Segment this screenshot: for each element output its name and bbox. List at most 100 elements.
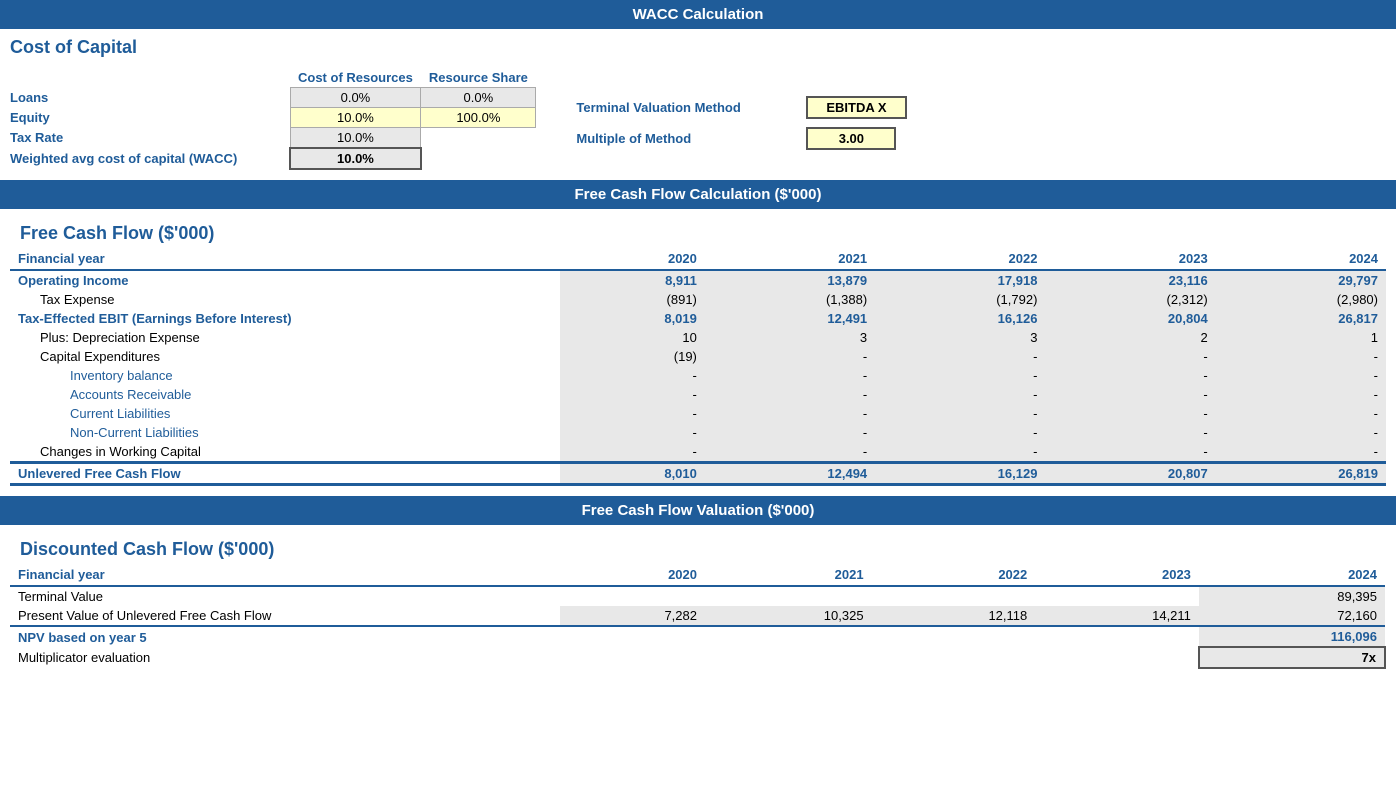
fcf-cell-9-3: - [1045, 442, 1215, 463]
fcf-col-label: Financial year [10, 248, 560, 270]
fcf-cell-10-2: 16,129 [875, 463, 1045, 485]
fcf-row-8: Non-Current Liabilities----- [10, 423, 1386, 442]
npv-empty-2 [872, 626, 1036, 647]
fcf-cell-10-4: 26,819 [1216, 463, 1386, 485]
fcf-label-8: Non-Current Liabilities [10, 423, 560, 442]
fcf-cell-0-2: 17,918 [875, 270, 1045, 290]
fcf-cell-0-0: 8,911 [560, 270, 705, 290]
terminal-label-1: Terminal Valuation Method [576, 100, 796, 115]
taxrate-label: Tax Rate [10, 128, 290, 149]
fcf-cell-9-1: - [705, 442, 875, 463]
fcf-cell-8-1: - [705, 423, 875, 442]
equity-label: Equity [10, 108, 290, 128]
fcf-cell-6-3: - [1045, 385, 1215, 404]
fcf-cell-1-1: (1,388) [705, 290, 875, 309]
wacc-cost: 10.0% [290, 148, 421, 169]
fcf-cell-5-3: - [1045, 366, 1215, 385]
fcf-cell-9-0: - [560, 442, 705, 463]
fcf-cell-2-1: 12,491 [705, 309, 875, 328]
fcf-cell-8-4: - [1216, 423, 1386, 442]
fcf-col-2021: 2021 [705, 248, 875, 270]
fcf-col-2024: 2024 [1216, 248, 1386, 270]
wacc-section: Cost of Resources Resource Share Loans 0… [0, 62, 1396, 180]
mult-value[interactable]: 7x [1199, 647, 1385, 668]
dcf-col-label: Financial year [10, 564, 560, 586]
fcf-row-1: Tax Expense(891)(1,388)(1,792)(2,312)(2,… [10, 290, 1386, 309]
fcf-cell-6-4: - [1216, 385, 1386, 404]
fcf-section-header: Free Cash Flow Calculation ($'000) [0, 180, 1396, 209]
dcf-col-2023: 2023 [1035, 564, 1199, 586]
dcf-cell-0-0 [560, 586, 705, 606]
fcf-cell-10-0: 8,010 [560, 463, 705, 485]
npv-empty-1 [705, 626, 872, 647]
loans-cost: 0.0% [290, 88, 421, 108]
dcf-col-2022: 2022 [872, 564, 1036, 586]
fcf-cell-1-3: (2,312) [1045, 290, 1215, 309]
fcf-cell-1-2: (1,792) [875, 290, 1045, 309]
dcf-row-0: Terminal Value89,395 [10, 586, 1385, 606]
fcf-cell-2-2: 16,126 [875, 309, 1045, 328]
wacc-row-wacc: Weighted avg cost of capital (WACC) 10.0… [10, 148, 536, 169]
mult-empty-2 [872, 647, 1036, 668]
equity-cost[interactable]: 10.0% [290, 108, 421, 128]
fcf-cell-5-1: - [705, 366, 875, 385]
dcf-label-1: Present Value of Unlevered Free Cash Flo… [10, 606, 560, 626]
fcf-cell-7-1: - [705, 404, 875, 423]
fcf-table: Financial year 2020 2021 2022 2023 2024 … [10, 248, 1386, 486]
dcf-cell-1-4: 72,160 [1199, 606, 1385, 626]
dcf-table: Financial year 2020 2021 2022 2023 2024 … [10, 564, 1386, 669]
fcf-subsection-title: Free Cash Flow ($'000) [10, 215, 1386, 248]
fcf-cell-9-2: - [875, 442, 1045, 463]
fcf-row-10: Unlevered Free Cash Flow8,01012,49416,12… [10, 463, 1386, 485]
equity-share[interactable]: 100.0% [421, 108, 536, 128]
dcf-subsection-title: Discounted Cash Flow ($'000) [10, 531, 1386, 564]
npv-row: NPV based on year 5116,096 [10, 626, 1385, 647]
fcf-cell-10-1: 12,494 [705, 463, 875, 485]
terminal-value-2[interactable]: 3.00 [806, 127, 896, 150]
fcf-col-2020: 2020 [560, 248, 705, 270]
fcf-cell-5-4: - [1216, 366, 1386, 385]
wacc-label: Weighted avg cost of capital (WACC) [10, 148, 290, 169]
fcf-label-6: Accounts Receivable [10, 385, 560, 404]
fcf-row-4: Capital Expenditures(19)---- [10, 347, 1386, 366]
taxrate-cost: 10.0% [290, 128, 421, 149]
fcf-label-3: Plus: Depreciation Expense [10, 328, 560, 347]
npv-empty-0 [560, 626, 705, 647]
fcf-cell-7-3: - [1045, 404, 1215, 423]
fcf-label-7: Current Liabilities [10, 404, 560, 423]
dcf-cell-1-3: 14,211 [1035, 606, 1199, 626]
mult-row: Multiplicator evaluation7x [10, 647, 1385, 668]
fcf-cell-5-2: - [875, 366, 1045, 385]
dcf-cell-0-4: 89,395 [1199, 586, 1385, 606]
fcf-cell-10-3: 20,807 [1045, 463, 1215, 485]
terminal-value-1[interactable]: EBITDA X [806, 96, 906, 119]
fcf-label-0: Operating Income [10, 270, 560, 290]
fcf-cell-3-2: 3 [875, 328, 1045, 347]
fcf-cell-3-4: 1 [1216, 328, 1386, 347]
fcf-cell-0-4: 29,797 [1216, 270, 1386, 290]
dcf-cell-0-2 [872, 586, 1036, 606]
fcf-cell-2-4: 26,817 [1216, 309, 1386, 328]
fcf-cell-6-0: - [560, 385, 705, 404]
fcf-label-4: Capital Expenditures [10, 347, 560, 366]
fcf-cell-3-3: 2 [1045, 328, 1215, 347]
cost-of-capital-title: Cost of Capital [0, 29, 1396, 62]
terminal-row-1: Terminal Valuation Method EBITDA X [576, 96, 906, 119]
fcf-cell-7-4: - [1216, 404, 1386, 423]
fcf-cell-4-4: - [1216, 347, 1386, 366]
fcf-label-5: Inventory balance [10, 366, 560, 385]
wacc-row-equity: Equity 10.0% 100.0% [10, 108, 536, 128]
dcf-col-2020: 2020 [560, 564, 705, 586]
fcf-label-10: Unlevered Free Cash Flow [10, 463, 560, 485]
fcf-cell-1-0: (891) [560, 290, 705, 309]
terminal-row-2: Multiple of Method 3.00 [576, 127, 906, 150]
fcf-cell-9-4: - [1216, 442, 1386, 463]
dcf-cell-0-3 [1035, 586, 1199, 606]
mult-empty-0 [560, 647, 705, 668]
fcf-cell-2-3: 20,804 [1045, 309, 1215, 328]
terminal-label-2: Multiple of Method [576, 131, 796, 146]
loans-share: 0.0% [421, 88, 536, 108]
fcf-cell-8-3: - [1045, 423, 1215, 442]
fcf-cell-8-2: - [875, 423, 1045, 442]
main-title: WACC Calculation [0, 0, 1396, 29]
